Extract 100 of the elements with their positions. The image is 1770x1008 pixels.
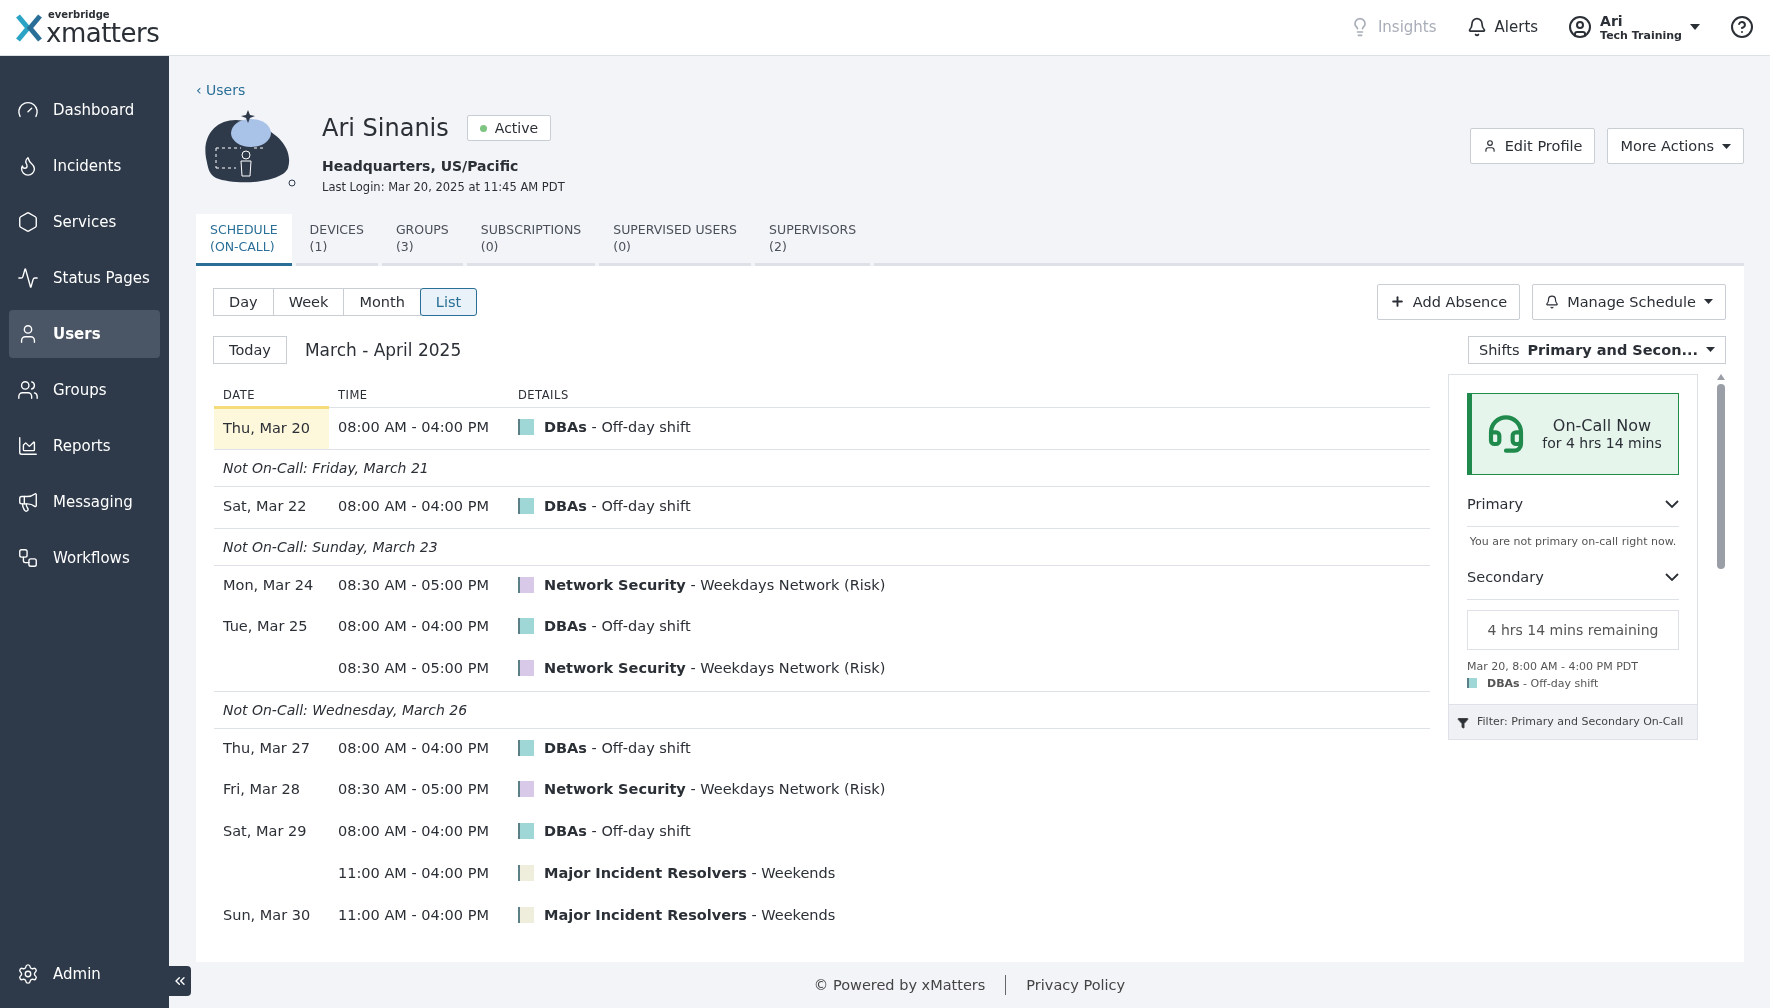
table-cell: 08:00 AM - 04:00 PM xyxy=(329,728,509,771)
shift-details: DBAs - Off-day shift xyxy=(544,497,691,514)
workflow-icon xyxy=(17,547,39,569)
on-call-duration: for 4 hrs 14 mins xyxy=(1542,435,1662,452)
headset-icon xyxy=(1486,413,1526,454)
date-cell: Sat, Mar 22 xyxy=(214,486,329,529)
not-on-call-row: Not On-Call: Sunday, March 23 xyxy=(214,528,1430,566)
table-cell: 08:30 AM - 05:00 PM xyxy=(329,565,509,608)
edit-profile-button[interactable]: Edit Profile xyxy=(1469,128,1596,164)
sidebar-item[interactable]: Groups xyxy=(9,366,160,414)
table-cell-text: 08:00 AM - 04:00 PM xyxy=(337,822,490,842)
view-toggle[interactable]: List xyxy=(419,287,478,316)
more-actions-button[interactable]: More Actions xyxy=(1607,128,1744,164)
shift-details: Network Security - Weekdays Network (Risk) xyxy=(544,660,886,677)
admin-link[interactable]: Admin xyxy=(9,950,160,998)
on-call-title: On-Call Now xyxy=(1552,416,1652,436)
column-header: DETAILS xyxy=(509,373,1430,408)
filter-icon xyxy=(1457,716,1469,729)
bell-icon xyxy=(1466,17,1487,38)
sidebar-item[interactable]: Dashboard xyxy=(9,86,160,134)
sidebar-item[interactable]: Status Pages xyxy=(9,254,160,302)
date-range: March - April 2025 xyxy=(304,339,462,360)
view-toggle[interactable]: Day xyxy=(213,287,274,316)
back-link[interactable]: ‹ Users xyxy=(196,82,1744,98)
chart-icon xyxy=(17,435,39,457)
sidebar-item[interactable]: Workflows xyxy=(9,534,160,582)
sidebar-item[interactable]: Messaging xyxy=(9,478,160,526)
chevron-icon xyxy=(1665,573,1679,582)
not-on-call-row: Not On-Call: Friday, March 21 xyxy=(214,449,1430,487)
help-icon[interactable] xyxy=(1730,15,1754,40)
date-cell-text: Sun, Mar 30 xyxy=(222,906,312,926)
date-cell-text: Tue, Mar 25 xyxy=(222,617,309,637)
scrollbar-thumb[interactable] xyxy=(1717,383,1725,569)
filter-text: Filter: Primary and Secondary On-Call xyxy=(1477,714,1684,729)
caret-icon xyxy=(1706,347,1715,353)
brand-tagline: everbridge xyxy=(48,9,111,20)
shift-details: Network Security - Weekdays Network (Risk) xyxy=(544,576,886,593)
sidebar-item[interactable]: Incidents xyxy=(9,142,160,190)
shift-details: DBAs - Off-day shift xyxy=(544,418,691,435)
collapse-button[interactable] xyxy=(169,966,191,996)
table-cell-text: 08:00 AM - 04:00 PM xyxy=(337,617,490,637)
tab[interactable]: SCHEDULE (ON-CALL) xyxy=(196,214,292,266)
caret-icon xyxy=(1690,24,1700,31)
view-toggle[interactable]: Week xyxy=(272,287,345,316)
primary-note: You are not primary on-call right now. xyxy=(1468,534,1678,548)
location-text: Headquarters, US/Pacific xyxy=(322,158,520,174)
table-cell-text: 08:30 AM - 05:00 PM xyxy=(337,780,490,800)
last-login-text: Last Login: Mar 20, 2025 at 11:45 AM PDT xyxy=(322,180,565,194)
date-cell-text: Sat, Mar 29 xyxy=(222,822,308,842)
person-icon xyxy=(1482,139,1497,153)
not-on-call-row: Not On-Call: Wednesday, March 26 xyxy=(214,691,1430,729)
accordion-header[interactable]: Primary xyxy=(1467,482,1679,527)
megaphone-icon xyxy=(17,491,39,513)
status-badge: Active xyxy=(466,115,552,141)
date-cell: Mon, Mar 24 xyxy=(214,565,329,608)
add-absence-button[interactable]: Add Absence xyxy=(1376,283,1521,320)
shifts-dropdown[interactable]: Shifts Primary and Secon... xyxy=(1467,335,1726,364)
status-dot xyxy=(479,124,487,132)
settings-icon xyxy=(17,963,39,985)
shift-details: DBAs - Off-day shift xyxy=(544,739,691,756)
remaining-field: 4 hrs 14 mins remaining xyxy=(1467,609,1679,650)
people-icon xyxy=(17,379,39,401)
manage-schedule-button[interactable]: Manage Schedule xyxy=(1532,283,1726,320)
table-cell: 08:00 AM - 04:00 PM xyxy=(329,486,509,529)
chevron-icon xyxy=(1665,500,1679,509)
plus-icon xyxy=(1389,294,1405,310)
brand-name: xmatters xyxy=(46,19,160,46)
hexagon-icon xyxy=(17,211,39,233)
table-cell: 08:00 AM - 04:00 PM xyxy=(329,407,509,450)
bell-icon xyxy=(1545,294,1560,309)
user-full-name: Ari Sinanis xyxy=(322,114,449,142)
privacy-policy-link[interactable]: Privacy Policy xyxy=(1026,977,1126,993)
table-cell: 08:30 AM - 05:00 PM xyxy=(329,649,509,692)
accordion-header[interactable]: Secondary xyxy=(1467,555,1679,600)
alerts-link[interactable]: Alerts xyxy=(1466,17,1539,38)
shift-details: Major Incident Resolvers - Weekends xyxy=(544,865,836,882)
sidebar-item[interactable]: Services xyxy=(9,198,160,246)
scroll-up-icon xyxy=(1717,373,1725,380)
user-icon xyxy=(1568,15,1593,40)
sidebar-item[interactable]: Users xyxy=(9,310,160,358)
caret-icon xyxy=(1704,299,1713,305)
copyright-notice: © Powered by xMatters xyxy=(813,977,986,993)
column-header: TIME xyxy=(329,373,509,408)
sidebar-item[interactable]: Reports xyxy=(9,422,160,470)
date-cell: Thu, Mar 27 xyxy=(214,728,329,771)
caret-icon xyxy=(1722,143,1731,149)
today-button[interactable]: Today xyxy=(213,335,287,364)
user-menu[interactable]: Ari Tech Training xyxy=(1568,12,1700,43)
shift-time: Mar 20, 8:00 AM - 4:00 PM PDT xyxy=(1467,659,1640,673)
date-cell: Thu, Mar 20 xyxy=(214,407,329,450)
shift-details: Network Security - Weekdays Network (Risk) xyxy=(544,781,886,798)
shift-details: Major Incident Resolvers - Weekends xyxy=(544,907,836,924)
user-name: Ari xyxy=(1600,12,1624,30)
table-cell-text: 11:00 AM - 04:00 PM xyxy=(337,906,490,926)
shift-details: DBAs - Off-day shift xyxy=(544,618,691,635)
date-cell-text: Fri, Mar 28 xyxy=(222,780,301,800)
shift-details: DBAs - Off-day shift xyxy=(1487,676,1599,690)
shift-details: DBAs - Off-day shift xyxy=(544,823,691,840)
view-toggle[interactable]: Month xyxy=(343,287,421,316)
table-cell-text: 11:00 AM - 04:00 PM xyxy=(337,864,490,884)
